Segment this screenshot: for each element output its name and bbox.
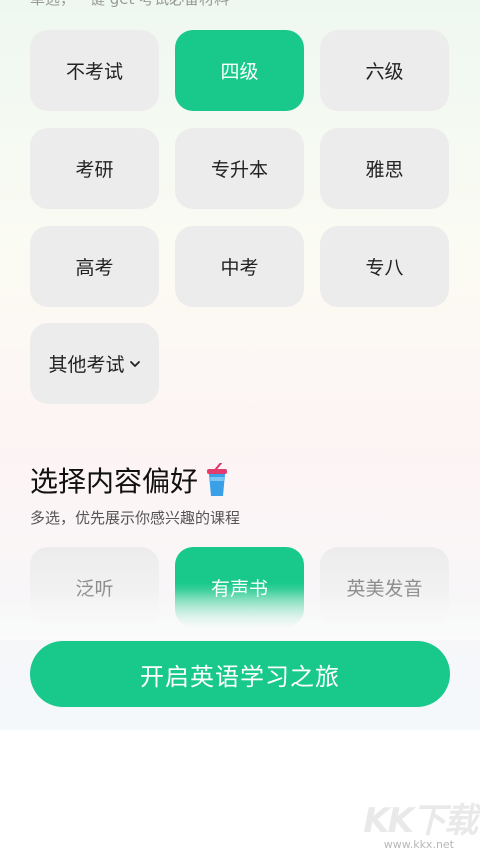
exam-option-none[interactable]: 不考试 (30, 30, 159, 111)
exam-option-cet4[interactable]: 四级 (175, 30, 304, 111)
exam-option-cet6[interactable]: 六级 (320, 30, 449, 111)
exam-option-other[interactable]: 其他考试 (30, 323, 159, 404)
watermark-url: www.kkx.net (383, 838, 454, 851)
exam-option-gaokao[interactable]: 高考 (30, 226, 159, 307)
exam-option-label: 专升本 (210, 159, 268, 181)
exam-option-label: 不考试 (65, 61, 123, 83)
exam-option-label: 四级 (220, 61, 259, 83)
start-learning-button[interactable]: 开启英语学习之旅 (30, 641, 450, 707)
exam-option-zhongkao[interactable]: 中考 (175, 226, 304, 307)
exam-option-label: 专八 (365, 257, 404, 279)
chevron-down-icon (129, 360, 140, 367)
exam-option-label: 其他考试 (48, 354, 125, 376)
exam-option-label: 中考 (220, 257, 259, 279)
exam-option-label: 高考 (75, 257, 114, 279)
exam-option-upgrade[interactable]: 专升本 (175, 128, 304, 209)
watermark-logo: KK下载 (363, 801, 478, 841)
scroll-fade (0, 590, 480, 640)
exam-option-ielts[interactable]: 雅思 (320, 128, 449, 209)
exam-option-postgraduate[interactable]: 考研 (30, 128, 159, 209)
onboarding-screen: 单选，一键 get 考试必备材料 不考试 四级 六级 考研 专升本 雅思 高考 … (0, 0, 480, 730)
exam-option-label: 雅思 (365, 159, 404, 181)
exam-option-tem8[interactable]: 专八 (320, 226, 449, 307)
preference-title: 选择内容偏好 (30, 460, 230, 500)
exam-option-label: 考研 (75, 159, 114, 181)
drink-cup-icon (207, 463, 228, 496)
exam-hint: 单选，一键 get 考试必备材料 (30, 0, 229, 9)
exam-option-label: 六级 (365, 61, 404, 83)
watermark: KK下载 www.kkx.net (356, 793, 478, 853)
preference-subtitle: 多选，优先展示你感兴趣的课程 (30, 509, 241, 527)
preference-title-text: 选择内容偏好 (30, 465, 199, 498)
